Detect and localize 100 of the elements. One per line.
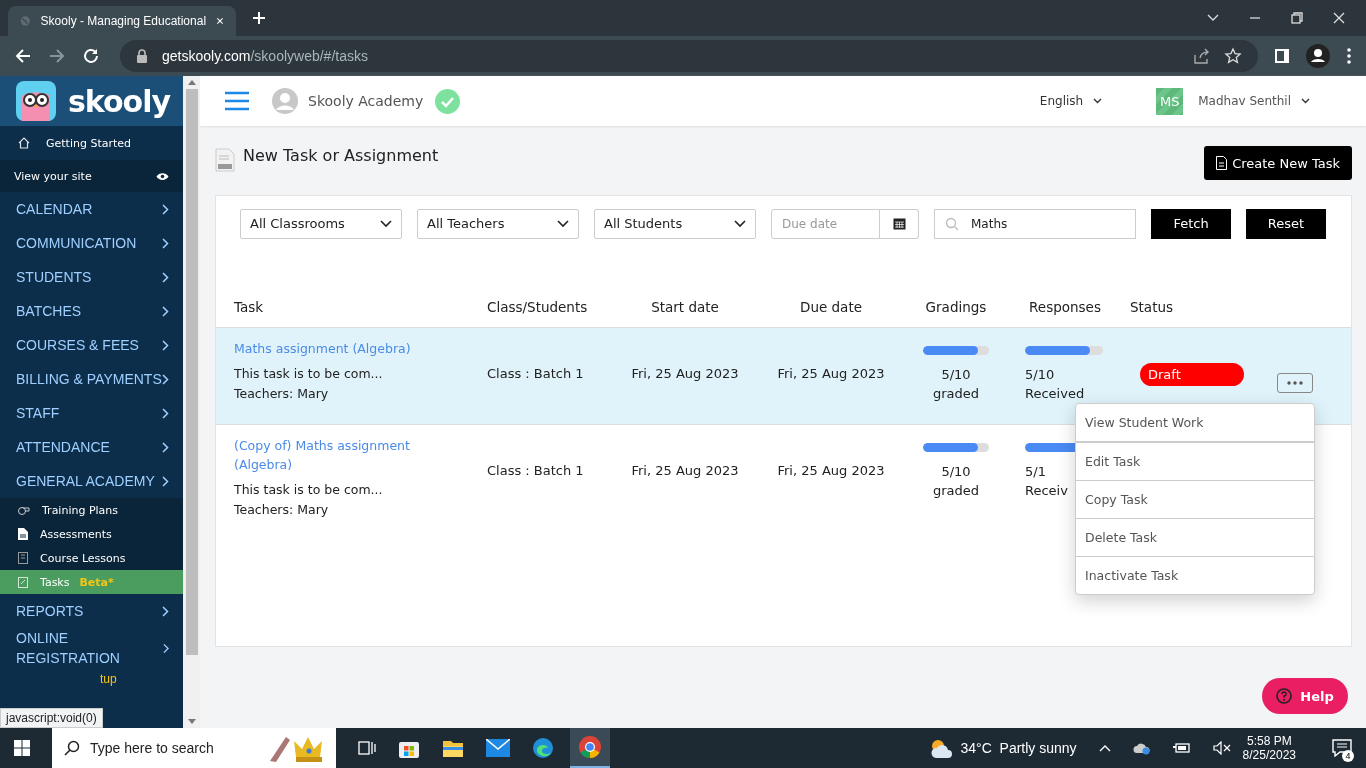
- close-icon[interactable]: [1332, 11, 1346, 25]
- chevron-right-icon: [162, 475, 169, 487]
- school-name: Skooly Academy: [308, 93, 424, 109]
- task-description: This task is to be com...: [234, 366, 384, 381]
- chevron-right-icon: [162, 237, 169, 249]
- profile-icon[interactable]: [1306, 44, 1330, 68]
- browser-tab[interactable]: Skooly - Managing Educational: [8, 6, 236, 36]
- filter-button[interactable]: Reset: [1246, 208, 1326, 239]
- edge-browser-icon[interactable]: [532, 737, 554, 759]
- sidebar-item[interactable]: Course Lessons: [0, 546, 183, 570]
- chevron-right-icon: [162, 373, 169, 385]
- weather-icon[interactable]: [928, 737, 953, 759]
- sidebar-item[interactable]: BATCHES: [0, 294, 183, 328]
- sidebar-item[interactable]: COMMUNICATION: [0, 226, 183, 260]
- close-icon[interactable]: [216, 15, 224, 27]
- clock-time[interactable]: 5:58 PM: [1246, 734, 1292, 748]
- sidebar-item[interactable]: ONLINE REGISTRATION: [0, 628, 183, 668]
- chevron-right-icon: [162, 407, 169, 419]
- scroll-up-icon[interactable]: [187, 80, 196, 85]
- back-icon[interactable]: [14, 47, 32, 65]
- sidebar-item[interactable]: Assessments: [0, 522, 183, 546]
- column-header: Status: [1130, 299, 1175, 315]
- filter-dropdown[interactable]: All Students: [594, 208, 756, 239]
- whistle-icon: [18, 504, 30, 516]
- sidebar-item[interactable]: COURSES & FEES: [0, 328, 183, 362]
- sidebar-item[interactable]: View your site: [0, 160, 183, 192]
- search-icon: [64, 740, 80, 756]
- folder-icon[interactable]: [442, 738, 464, 758]
- filter-dropdown[interactable]: All Teachers: [417, 208, 579, 239]
- sidebar-item[interactable]: GENERAL ACADEMY: [0, 464, 183, 498]
- forward-icon[interactable]: [48, 47, 66, 65]
- document-icon: [18, 528, 28, 540]
- column-header: Due date: [800, 299, 862, 315]
- menu-item[interactable]: View Student Work: [1076, 404, 1314, 443]
- taskbar-search-field[interactable]: Type here to search: [52, 728, 336, 768]
- create-task-button[interactable]: Create New Task: [1204, 146, 1352, 180]
- sidebar-item[interactable]: ATTENDANCE: [0, 430, 183, 464]
- menu-item[interactable]: Delete Task: [1076, 518, 1314, 556]
- scroll-down-icon[interactable]: [187, 719, 196, 724]
- menu-item[interactable]: Edit Task: [1076, 443, 1314, 480]
- muted-speaker-icon[interactable]: [1212, 741, 1231, 755]
- document-icon: [215, 148, 235, 172]
- page-title: New Task or Assignment: [243, 145, 439, 165]
- chrome-taskbar-button[interactable]: [570, 728, 610, 768]
- sidebar-item[interactable]: BILLING & PAYMENTS: [0, 362, 183, 396]
- sidebar-item[interactable]: Training Plans: [0, 498, 183, 522]
- grading-label: graded: [932, 385, 980, 403]
- reload-icon[interactable]: [82, 47, 100, 65]
- column-header: Gradings: [925, 299, 987, 315]
- filter-button[interactable]: Fetch: [1151, 208, 1231, 239]
- chevron-down-icon: [1093, 98, 1103, 104]
- search-field[interactable]: Maths: [934, 208, 1136, 239]
- help-icon: [1276, 688, 1293, 704]
- user-dropdown[interactable]: Madhav Senthil: [1198, 94, 1310, 108]
- due-date-field[interactable]: Due date: [771, 208, 880, 239]
- avatar-icon: [272, 88, 298, 114]
- menu-item[interactable]: Inactivate Task: [1076, 556, 1314, 594]
- task-title-link[interactable]: (Copy of) Maths assignment (Algebra): [234, 436, 424, 474]
- sidebar-item[interactable]: REPORTS: [0, 594, 183, 628]
- book-icon: [18, 552, 28, 564]
- chevron-up-icon[interactable]: [1098, 744, 1111, 752]
- chevron-down-icon: [1301, 98, 1310, 104]
- mail-icon[interactable]: [486, 739, 510, 757]
- help-button[interactable]: Help: [1262, 678, 1348, 714]
- menu-item[interactable]: Copy Task: [1076, 480, 1314, 518]
- responses-count: 5/10: [1025, 366, 1055, 384]
- sidebar-item[interactable]: STAFF: [0, 396, 183, 430]
- chevron-down-icon: [557, 219, 569, 228]
- windows-start-icon[interactable]: [14, 740, 30, 756]
- side-panel-icon[interactable]: [1274, 48, 1290, 64]
- address-bar[interactable]: getskooly.com/skoolyweb/#/tasks: [120, 40, 1258, 72]
- chrome-browser-icon: [578, 735, 602, 759]
- table-cell: Fri, 25 Aug 2023: [777, 365, 885, 381]
- task-view-icon[interactable]: [358, 740, 376, 756]
- sidebar-item[interactable]: CALENDAR: [0, 192, 183, 226]
- star-icon[interactable]: [1224, 47, 1242, 65]
- cloud-sync-icon[interactable]: [1132, 741, 1151, 755]
- new-tab-icon[interactable]: [252, 11, 266, 25]
- restore-icon[interactable]: [1290, 11, 1304, 25]
- language-dropdown[interactable]: English: [1039, 94, 1103, 108]
- clock-date[interactable]: 8/25/2023: [1242, 748, 1296, 762]
- logo-text: skooly: [68, 83, 171, 119]
- notifications-button[interactable]: 4: [1318, 728, 1366, 768]
- chevron-right-icon: [162, 305, 169, 317]
- more-options-button[interactable]: [1277, 373, 1313, 393]
- responses-label: Receiv: [1025, 482, 1068, 500]
- owl-logo-icon: [16, 81, 56, 121]
- sidebar-item[interactable]: STUDENTS: [0, 260, 183, 294]
- chevron-right-icon: [162, 203, 169, 215]
- table-cell-text: Class : Batch 1: [487, 462, 585, 478]
- menu-icon[interactable]: [1346, 47, 1352, 65]
- battery-icon[interactable]: [1172, 742, 1191, 754]
- share-icon[interactable]: [1192, 47, 1210, 65]
- weather-text[interactable]: 34°C Partly sunny: [960, 740, 1077, 756]
- calendar-button[interactable]: [880, 208, 919, 239]
- scrollbar[interactable]: [183, 76, 200, 728]
- sidebar-item[interactable]: tup: [0, 668, 183, 692]
- filter-dropdown[interactable]: All Classrooms: [240, 208, 402, 239]
- grading-label: graded: [932, 482, 980, 500]
- column-header: Task: [234, 299, 265, 315]
